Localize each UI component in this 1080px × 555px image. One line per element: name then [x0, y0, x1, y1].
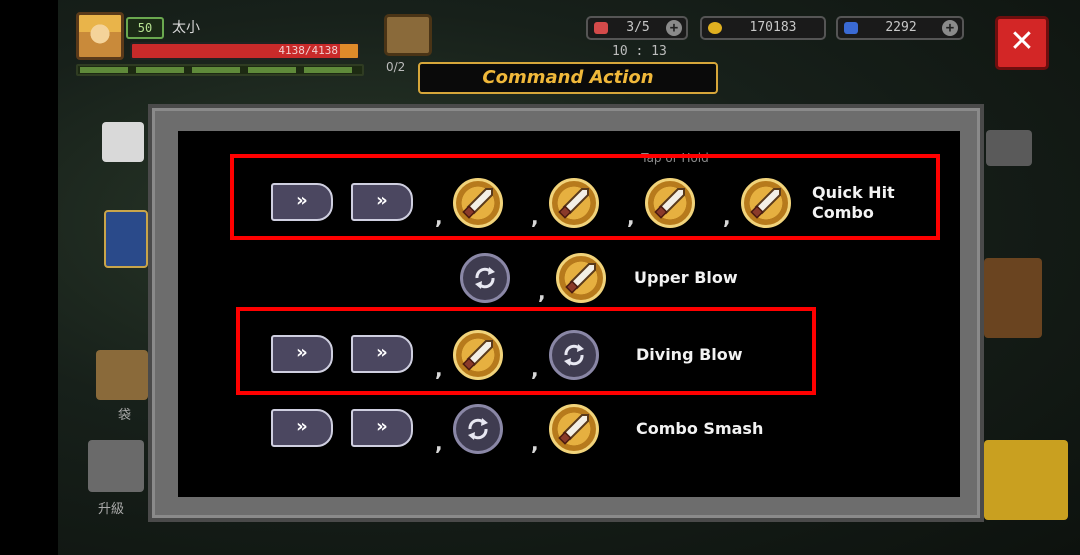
xp-segment	[136, 67, 184, 73]
gems-counter: 2292 +	[836, 16, 964, 40]
level-badge: 50	[126, 17, 164, 39]
weapon-swap-icon[interactable]	[986, 130, 1032, 166]
xp-segment	[80, 67, 128, 73]
combo-name: Upper Blow	[634, 268, 738, 287]
player-name: 太小	[172, 20, 200, 36]
highlight-box	[230, 154, 940, 240]
dialog-title: Command Action	[482, 67, 654, 88]
coin-icon	[708, 22, 722, 34]
inventory-count: 0/2	[386, 60, 406, 74]
hearts-value: 3/5	[626, 20, 650, 35]
gold-counter: 170183	[700, 16, 826, 40]
add-hearts-button[interactable]: +	[666, 20, 682, 36]
left-letterbox	[0, 0, 58, 555]
battle-button-partial[interactable]	[984, 440, 1068, 520]
calendar-icon[interactable]	[102, 122, 144, 162]
dash-arrow-icon: »	[351, 409, 413, 447]
xp-bar	[76, 64, 364, 76]
bag-menu-icon[interactable]	[96, 350, 148, 400]
sword-attack-icon	[549, 404, 599, 454]
xp-segment	[248, 67, 296, 73]
upgrade-menu-icon[interactable]	[88, 440, 144, 492]
trophy-banner-icon[interactable]	[104, 210, 148, 268]
gem-icon	[844, 22, 858, 34]
gold-value: 170183	[749, 20, 797, 35]
dialog-title-banner: Command Action	[418, 62, 718, 94]
hp-bar-cap	[340, 44, 358, 58]
bag-menu-label: 袋	[118, 408, 132, 423]
highlight-box	[236, 307, 816, 395]
add-gems-button[interactable]: +	[942, 20, 958, 36]
player-avatar[interactable]	[76, 12, 124, 60]
gems-value: 2292	[885, 20, 917, 35]
dash-arrow-icon: »	[271, 409, 333, 447]
hearts-counter: 3/5 +	[586, 16, 688, 40]
timer: 10 : 13	[612, 44, 667, 59]
close-button[interactable]: ✕	[995, 16, 1049, 70]
xp-segment	[304, 67, 352, 73]
backpack-icon[interactable]	[384, 14, 432, 56]
combo-name: Combo Smash	[636, 419, 764, 438]
sequence-separator: ,	[538, 280, 546, 304]
upgrade-menu-label: 升級	[98, 502, 125, 517]
xp-segment	[192, 67, 240, 73]
jump-cycle-icon	[460, 253, 510, 303]
heart-icon	[594, 22, 608, 34]
sword-attack-icon	[556, 253, 606, 303]
jump-cycle-icon	[453, 404, 503, 454]
sequence-separator: ,	[531, 431, 539, 455]
hp-text: 4138/4138	[278, 44, 338, 57]
shop-sign-icon[interactable]	[984, 258, 1042, 338]
hp-bar: 4138/4138	[130, 42, 360, 60]
sequence-separator: ,	[435, 431, 443, 455]
